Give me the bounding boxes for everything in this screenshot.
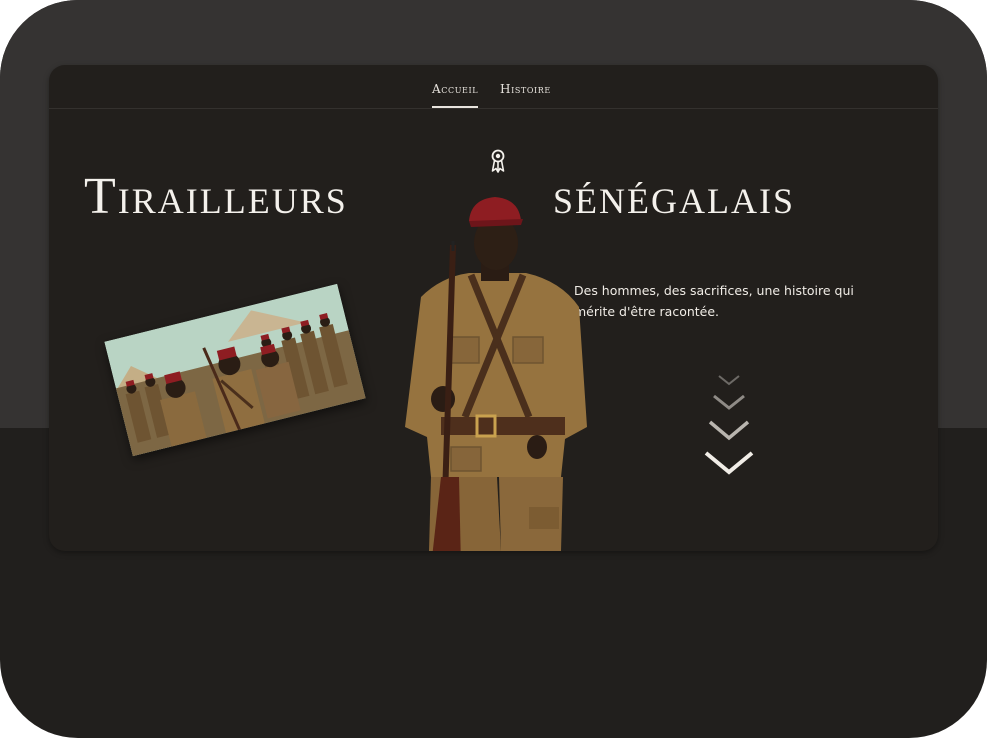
hero-card: Accueil Histoire Tirailleurs sénégalais …: [49, 65, 938, 551]
title-left: Tirailleurs: [84, 168, 348, 225]
device-frame: Accueil Histoire Tirailleurs sénégalais …: [0, 0, 987, 738]
troops-photo: [104, 283, 366, 457]
hero-tagline: Des hommes, des sacrifices, une histoire…: [574, 283, 854, 319]
top-nav: Accueil Histoire: [49, 65, 938, 109]
award-ribbon-icon: [491, 149, 505, 173]
nav-item-histoire[interactable]: Histoire: [500, 82, 551, 108]
chevrons-down-icon[interactable]: [699, 368, 759, 488]
nav-item-accueil[interactable]: Accueil: [432, 82, 479, 108]
soldier-figure: [405, 197, 587, 551]
